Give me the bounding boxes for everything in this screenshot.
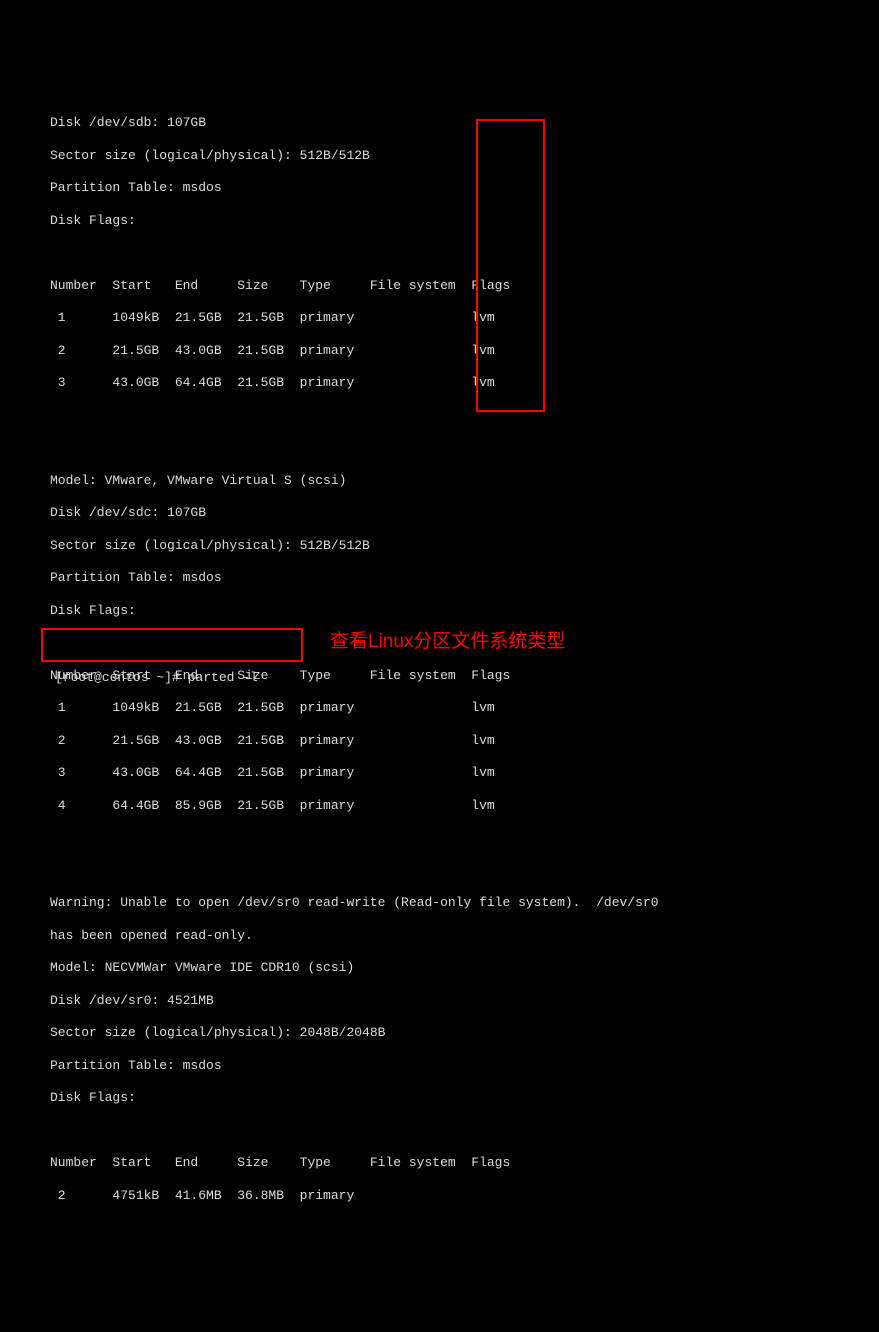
disk-flags: Disk Flags:: [50, 1090, 849, 1106]
disk-flags: Disk Flags:: [50, 213, 849, 229]
blank-line: [50, 408, 849, 424]
table-header: Number Start End Size Type File system F…: [50, 1155, 849, 1171]
partition-table: Partition Table: msdos: [50, 1058, 849, 1074]
disk-header: Disk /dev/sdc: 107GB: [50, 505, 849, 521]
table-header: Number Start End Size Type File system F…: [50, 278, 849, 294]
table-row: 2 21.5GB 43.0GB 21.5GB primary lvm: [50, 343, 849, 359]
table-row: 2 21.5GB 43.0GB 21.5GB primary lvm: [50, 733, 849, 749]
table-row: 4 64.4GB 85.9GB 21.5GB primary lvm: [50, 798, 849, 814]
highlight-box-flags: [476, 119, 545, 412]
blank-line: [50, 863, 849, 879]
disk-flags: Disk Flags:: [50, 603, 849, 619]
disk-header: Disk /dev/sdb: 107GB: [50, 115, 849, 131]
warning-line: Warning: Unable to open /dev/sr0 read-wr…: [50, 895, 849, 911]
sector-size: Sector size (logical/physical): 512B/512…: [50, 148, 849, 164]
table-row: 3 43.0GB 64.4GB 21.5GB primary lvm: [50, 375, 849, 391]
partition-table: Partition Table: msdos: [50, 570, 849, 586]
partition-table: Partition Table: msdos: [50, 180, 849, 196]
table-row: 1 1049kB 21.5GB 21.5GB primary lvm: [50, 310, 849, 326]
table-row: 1 1049kB 21.5GB 21.5GB primary lvm: [50, 700, 849, 716]
blank-line: [50, 1123, 849, 1139]
blank-line: [50, 830, 849, 846]
disk-model: Model: NECVMWar VMware IDE CDR10 (scsi): [50, 960, 849, 976]
blank-line: [50, 245, 849, 261]
warning-line: has been opened read-only.: [50, 928, 849, 944]
table-row: 2 4751kB 41.6MB 36.8MB primary: [50, 1188, 849, 1204]
sector-size: Sector size (logical/physical): 2048B/20…: [50, 1025, 849, 1041]
annotation-text: 查看Linux分区文件系统类型: [330, 630, 565, 654]
blank-line: [50, 440, 849, 456]
sector-size: Sector size (logical/physical): 512B/512…: [50, 538, 849, 554]
disk-header: Disk /dev/sr0: 4521MB: [50, 993, 849, 1009]
shell-prompt[interactable]: [root@centos ~]# parted -l: [55, 670, 258, 686]
table-row: 3 43.0GB 64.4GB 21.5GB primary lvm: [50, 765, 849, 781]
disk-model: Model: VMware, VMware Virtual S (scsi): [50, 473, 849, 489]
